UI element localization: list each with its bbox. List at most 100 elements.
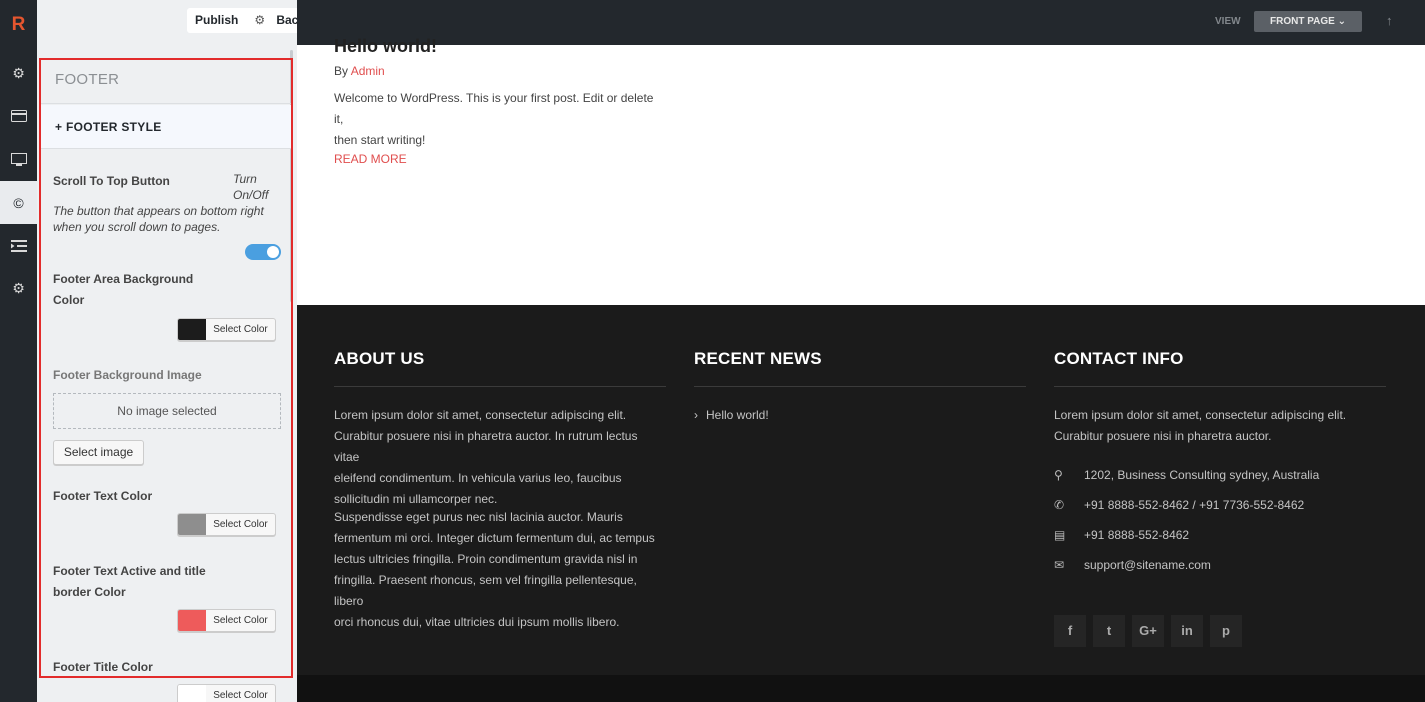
footer-area-bg-label-2: Color bbox=[53, 293, 85, 307]
footer-text-active-label-1: Footer Text Active and title bbox=[53, 564, 206, 578]
view-label: VIEW bbox=[1215, 16, 1241, 27]
select-color-label: Select Color bbox=[213, 324, 268, 335]
contact-intro: Lorem ipsum dolor sit amet, consectetur … bbox=[1054, 405, 1386, 447]
fax-text: +91 8888-552-8462 bbox=[1084, 528, 1190, 542]
scroll-to-top-desc-2: when you scroll down to pages. bbox=[53, 220, 221, 234]
footer-bottom-bar bbox=[297, 675, 1425, 702]
preview-toolbar: VIEW FRONT PAGE ⌄ ↑ bbox=[297, 0, 1425, 45]
chevron-down-icon: ⌄ bbox=[1337, 16, 1346, 27]
text-line: Curabitur posuere nisi in pharetra aucto… bbox=[1054, 429, 1272, 443]
divider bbox=[1054, 386, 1386, 387]
contact-phone: ✆ +91 8888-552-8462 / +91 7736-552-8462 bbox=[1054, 498, 1304, 512]
text-line: Suspendisse eget purus nec nisl lacinia … bbox=[334, 510, 623, 524]
footer-text-color-label: Footer Text Color bbox=[53, 489, 153, 503]
color-swatch bbox=[178, 514, 206, 535]
customizer-panel: Publish ⚙ Back FOOTER + FOOTER STYLE Scr… bbox=[37, 0, 297, 702]
publish-button[interactable]: Publish bbox=[187, 8, 246, 33]
email-text[interactable]: support@sitename.com bbox=[1084, 558, 1211, 572]
footer-style-toggle[interactable]: + FOOTER STYLE bbox=[41, 105, 291, 149]
footer-text-active-color-button[interactable]: Select Color bbox=[177, 609, 276, 632]
icon-rail: R ⚙ © ⚙ bbox=[0, 0, 37, 702]
envelope-icon: ✉ bbox=[1054, 558, 1065, 572]
text-line: Lorem ipsum dolor sit amet, consectetur … bbox=[1054, 408, 1347, 422]
news-item[interactable]: › Hello world! bbox=[694, 408, 769, 422]
subsection-title: + FOOTER STYLE bbox=[55, 120, 162, 134]
app-logo: R bbox=[11, 14, 26, 35]
contact-address: ⚲ 1202, Business Consulting sydney, Austr… bbox=[1054, 468, 1319, 482]
text-line: fringilla. Praesent rhoncus, sem vel fri… bbox=[334, 573, 637, 608]
contact-fax: ▤ +91 8888-552-8462 bbox=[1054, 528, 1189, 542]
back-button[interactable]: Back bbox=[268, 8, 297, 33]
author-link[interactable]: Admin bbox=[351, 64, 385, 78]
post-title[interactable]: Hello world! bbox=[334, 36, 437, 57]
text-line: orci rhoncus dui, vitae ultricies dui ip… bbox=[334, 615, 620, 629]
text-line: lectus ultricies fringilla. Proin condim… bbox=[334, 552, 638, 566]
monitor-icon[interactable] bbox=[0, 138, 37, 181]
read-more-link[interactable]: READ MORE bbox=[334, 152, 407, 166]
about-paragraph-2: Suspendisse eget purus nec nisl lacinia … bbox=[334, 507, 666, 633]
social-links: f t G+ in p bbox=[1054, 615, 1242, 647]
about-paragraph-1: Lorem ipsum dolor sit amet, consectetur … bbox=[334, 405, 666, 510]
facebook-icon[interactable]: f bbox=[1054, 615, 1086, 647]
footer-title-color-button[interactable]: Select Color bbox=[177, 684, 276, 702]
post-excerpt: Welcome to WordPress. This is your first… bbox=[334, 88, 664, 151]
footer-text-color-button[interactable]: Select Color bbox=[177, 513, 276, 536]
contact-email: ✉ support@sitename.com bbox=[1054, 558, 1211, 572]
arrow-up-icon[interactable]: ↑ bbox=[1386, 13, 1393, 28]
scroll-to-top-desc-1: The button that appears on bottom right bbox=[53, 204, 264, 218]
list-indent-icon[interactable] bbox=[0, 224, 37, 267]
news-item-label: Hello world! bbox=[706, 408, 769, 422]
site-footer: ABOUT US Lorem ipsum dolor sit amet, con… bbox=[297, 305, 1425, 675]
text-line: Curabitur posuere nisi in pharetra aucto… bbox=[334, 429, 638, 464]
scroll-to-top-hint-1: Turn bbox=[233, 172, 257, 186]
publish-settings-gear-icon[interactable]: ⚙ bbox=[246, 8, 268, 33]
settings-gear-icon[interactable]: ⚙ bbox=[0, 52, 37, 95]
site-preview: VIEW FRONT PAGE ⌄ ↑ Hello world! By Admi… bbox=[297, 0, 1425, 702]
phone-text: +91 8888-552-8462 / +91 7736-552-8462 bbox=[1084, 498, 1305, 512]
toggle-knob bbox=[267, 246, 279, 258]
advanced-gear-icon[interactable]: ⚙ bbox=[0, 267, 37, 310]
footer-area-bg-label-1: Footer Area Background bbox=[53, 272, 194, 286]
copyright-icon[interactable]: © bbox=[0, 181, 37, 224]
divider bbox=[694, 386, 1026, 387]
map-pin-icon: ⚲ bbox=[1054, 468, 1063, 482]
excerpt-line: then start writing! bbox=[334, 133, 426, 147]
customizer-actions: Publish ⚙ Back bbox=[187, 8, 297, 33]
front-page-dropdown[interactable]: FRONT PAGE ⌄ bbox=[1254, 11, 1362, 32]
scroll-to-top-hint-2: On/Off bbox=[233, 188, 269, 202]
color-swatch bbox=[178, 319, 206, 340]
google-plus-icon[interactable]: G+ bbox=[1132, 615, 1164, 647]
color-swatch bbox=[178, 610, 206, 631]
select-color-label: Select Color bbox=[213, 690, 268, 701]
divider bbox=[334, 386, 666, 387]
text-line: Lorem ipsum dolor sit amet, consectetur … bbox=[334, 408, 627, 422]
text-line: eleifend condimentum. In vehicula varius… bbox=[334, 471, 622, 485]
pinterest-icon[interactable]: p bbox=[1210, 615, 1242, 647]
footer-text-active-label-2: border Color bbox=[53, 585, 126, 599]
scroll-to-top-toggle[interactable] bbox=[245, 244, 281, 260]
front-page-label: FRONT PAGE bbox=[1270, 16, 1335, 27]
address-text: 1202, Business Consulting sydney, Austra… bbox=[1084, 468, 1320, 482]
contact-title: CONTACT INFO bbox=[1054, 349, 1184, 368]
color-swatch bbox=[178, 685, 206, 702]
by-label: By bbox=[334, 64, 349, 78]
about-title: ABOUT US bbox=[334, 349, 425, 368]
phone-icon: ✆ bbox=[1054, 498, 1065, 512]
select-color-label: Select Color bbox=[213, 519, 268, 530]
linkedin-icon[interactable]: in bbox=[1171, 615, 1203, 647]
select-color-label: Select Color bbox=[213, 615, 268, 626]
twitter-icon[interactable]: t bbox=[1093, 615, 1125, 647]
chevron-right-icon: › bbox=[694, 408, 698, 422]
select-image-button[interactable]: Select image bbox=[53, 440, 144, 465]
footer-bg-image-label: Footer Background Image bbox=[53, 368, 202, 382]
section-header: FOOTER bbox=[41, 60, 291, 104]
footer-area-bg-color-button[interactable]: Select Color bbox=[177, 318, 276, 341]
footer-title-color-label: Footer Title Color bbox=[53, 660, 153, 674]
fax-icon: ▤ bbox=[1054, 528, 1066, 542]
post-byline: By Admin bbox=[334, 64, 385, 78]
section-title: FOOTER bbox=[55, 71, 120, 88]
footer-bg-image-placeholder: No image selected bbox=[53, 393, 281, 429]
news-title: RECENT NEWS bbox=[694, 349, 822, 368]
text-line: fermentum mi orci. Integer dictum fermen… bbox=[334, 531, 655, 545]
card-icon[interactable] bbox=[0, 94, 37, 137]
